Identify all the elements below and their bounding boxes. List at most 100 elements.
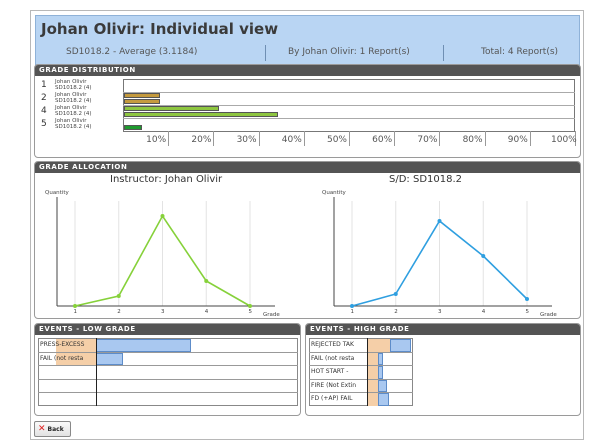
x-tick-label: 3: [438, 309, 442, 315]
x-tick-label: 4: [205, 309, 209, 315]
panel-heading: EVENTS - LOW GRADE: [35, 324, 300, 335]
x-tick-label: 70%: [417, 135, 438, 145]
y-axis-label: Quantity: [45, 190, 70, 196]
grade-number: 5: [41, 119, 47, 129]
data-point: [116, 294, 121, 298]
page-title: Johan Olivir: Individual view: [41, 20, 279, 38]
grade-number: 4: [41, 106, 47, 116]
x-tick-label: 4: [482, 309, 486, 315]
row-label-sd: SD1018.2 (4): [55, 85, 92, 91]
x-tick-label: 2: [394, 309, 398, 315]
reports-by-text: By Johan Olivir: 1 Report(s): [288, 47, 410, 57]
x-tick-label: 2: [117, 309, 121, 315]
x-axis-label: Grade: [263, 312, 280, 318]
x-tick-label: 80%: [462, 135, 483, 145]
x-tick-label: 20%: [191, 135, 212, 145]
panel-heading: GRADE DISTRIBUTION: [35, 65, 580, 76]
individual-view-window: Johan Olivir: Individual view SD1018.2 -…: [30, 10, 584, 440]
header-divider: [443, 45, 444, 61]
row-divider: [309, 392, 413, 393]
data-point: [204, 279, 209, 283]
bar-sd: [124, 99, 161, 104]
bar-sd: [96, 339, 191, 352]
x-tick-label: 5: [526, 309, 530, 315]
distribution-chart: 1 Johan Olivir SD1018.2 (4) 2 Johan Olivir SD…: [35, 76, 580, 157]
column-divider: [96, 338, 97, 406]
bar-sd: [390, 339, 411, 352]
x-tick-label: 1: [74, 309, 78, 315]
x-tick-label: 40%: [281, 135, 302, 145]
events-high-table: REJECTED TAK FAIL (not resta HOT START - FI…: [306, 335, 580, 415]
data-point: [160, 214, 165, 218]
back-label: Back: [47, 425, 64, 433]
data-point: [73, 304, 77, 308]
x-tick-label: 60%: [372, 135, 393, 145]
average-text: SD1018.2 - Average (3.1184): [66, 47, 198, 57]
y-axis-label: Quantity: [322, 190, 347, 196]
bar-sd: [124, 125, 143, 130]
x-tick-label: 5: [249, 309, 253, 315]
row-label-sd: SD1018.2 (4): [55, 111, 92, 117]
bar-sd: [378, 393, 389, 406]
page-header: Johan Olivir: Individual view SD1018.2 -…: [35, 15, 580, 67]
x-tick-label: 90%: [507, 135, 528, 145]
grid-line: [439, 131, 441, 146]
grid-line: [168, 131, 170, 146]
bar-sd: [378, 352, 383, 365]
bar-instructor: [124, 93, 161, 98]
grid-line: [303, 131, 305, 146]
bar-sd: [124, 112, 278, 117]
panel-heading: EVENTS - HIGH GRADE: [306, 324, 580, 335]
grid-line: [394, 131, 396, 146]
grid-line: [213, 131, 215, 146]
bar-sd: [378, 366, 383, 379]
row-divider: [38, 378, 298, 380]
row-divider: [38, 392, 298, 393]
row-label-sd: SD1018.2 (4): [55, 98, 92, 104]
x-axis-label: Grade: [540, 312, 557, 318]
x-tick-label: 1: [351, 309, 355, 315]
x-tick-label: 3: [161, 309, 165, 315]
allocation-charts: Quantity Grade 1 2 3 4 5 Quantity Grade 1 2 3 4 5: [45, 190, 557, 318]
row-divider: [123, 118, 575, 119]
data-point: [525, 297, 529, 301]
grade-allocation-panel: GRADE ALLOCATION Instructor: Johan Olivi…: [34, 161, 581, 319]
event-label: FAIL (not resta: [40, 354, 84, 362]
bar-sd: [96, 352, 123, 365]
grid-line: [484, 131, 486, 146]
grade-number: 2: [41, 93, 47, 103]
grade-number: 1: [41, 80, 47, 90]
row-divider: [38, 365, 298, 366]
data-point: [437, 219, 442, 223]
row-label-sd: SD1018.2 (4): [55, 124, 92, 130]
header-divider: [265, 45, 266, 61]
row-divider: [123, 92, 575, 93]
x-tick-label: 100%: [551, 135, 577, 145]
column-divider: [367, 338, 368, 406]
row-divider: [309, 365, 413, 366]
data-point: [248, 304, 252, 308]
close-icon: ✕: [38, 423, 46, 434]
x-tick-label: 50%: [326, 135, 347, 145]
row-divider: [309, 351, 413, 353]
event-label: PRESS-EXCESS: [40, 341, 85, 348]
x-tick-label: 10%: [146, 135, 167, 145]
row-divider: [309, 378, 413, 380]
data-point: [350, 304, 354, 308]
data-point: [481, 254, 486, 258]
grid-line: [349, 131, 350, 146]
data-point: [393, 292, 398, 296]
panel-heading: GRADE ALLOCATION: [35, 162, 580, 173]
total-reports-text: Total: 4 Report(s): [481, 47, 559, 57]
grid-line: [258, 131, 260, 146]
bar-sd: [378, 379, 387, 392]
x-tick-label: 30%: [236, 135, 257, 145]
events-low-table: PRESS-EXCESS FAIL (not resta: [35, 335, 300, 415]
events-high-grade-panel: EVENTS - HIGH GRADE REJECTED TAK FAIL (no…: [305, 323, 581, 416]
events-low-grade-panel: EVENTS - LOW GRADE PRESS-EXCESS FAIL (not…: [34, 323, 301, 416]
event-label: REJECTED TAK: [311, 341, 354, 348]
bar-instructor: [124, 106, 219, 111]
grade-distribution-panel: GRADE DISTRIBUTION 1 Johan Olivir SD1018.2…: [34, 64, 581, 158]
back-button[interactable]: ✕ Back: [34, 421, 71, 437]
grid-line: [529, 131, 531, 146]
